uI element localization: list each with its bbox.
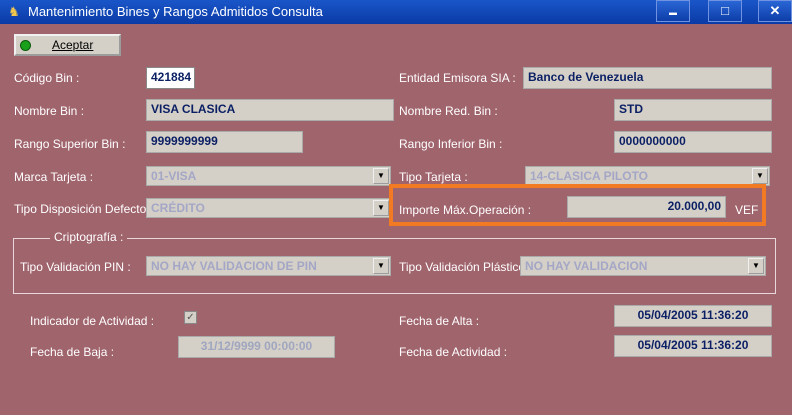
validacion-plastico-label: Tipo Validación Plástico : <box>399 260 532 274</box>
tipo-tarjeta-select[interactable]: 14-CLASICA PILOTO ▼ <box>525 166 770 186</box>
marca-tarjeta-select[interactable]: 01-VISA ▼ <box>146 166 391 186</box>
maximize-icon: □ <box>721 3 729 18</box>
nombre-bin-field[interactable]: VISA CLASICA <box>146 99 394 121</box>
app-icon: ♞ <box>8 4 20 19</box>
codigo-bin-label: Código Bin : <box>14 71 80 85</box>
minimize-button[interactable]: ▬ <box>656 0 690 22</box>
maximize-button[interactable]: □ <box>708 0 742 22</box>
accept-button[interactable]: Aceptar <box>14 34 121 56</box>
fecha-alta-field[interactable]: 05/04/2005 11:36:20 <box>614 305 772 327</box>
tipo-tarjeta-label: Tipo Tarjeta : <box>399 170 468 184</box>
disposicion-label: Tipo Disposición Defecto : <box>14 202 153 216</box>
checkmark-icon: ✓ <box>186 312 195 323</box>
marca-tarjeta-value: 01-VISA <box>151 169 197 183</box>
indicador-actividad-checkbox[interactable]: ✓ <box>184 311 197 324</box>
chevron-down-icon[interactable]: ▼ <box>748 258 764 274</box>
validacion-plastico-value: NO HAY VALIDACION <box>525 259 648 273</box>
rango-superior-label: Rango Superior Bin : <box>14 137 126 151</box>
fecha-baja-label: Fecha de Baja : <box>30 345 115 359</box>
criptografia-title: Criptografía : <box>50 230 128 244</box>
title-bar: ♞ Mantenimiento Bines y Rangos Admitidos… <box>0 0 792 24</box>
chevron-down-icon[interactable]: ▼ <box>373 258 389 274</box>
importe-label: Importe Máx.Operación : <box>399 203 532 217</box>
entidad-emisora-field[interactable]: Banco de Venezuela <box>523 67 772 89</box>
entidad-emisora-label: Entidad Emisora SIA : <box>399 71 516 85</box>
nombre-bin-label: Nombre Bin : <box>14 104 85 118</box>
marca-tarjeta-label: Marca Tarjeta : <box>14 170 94 184</box>
fecha-actividad-field[interactable]: 05/04/2005 11:36:20 <box>614 335 772 357</box>
disposicion-value: CRÉDITO <box>151 201 205 215</box>
nombre-red-label: Nombre Red. Bin : <box>399 104 498 118</box>
chevron-down-icon[interactable]: ▼ <box>752 168 768 184</box>
validacion-pin-value: NO HAY VALIDACION DE PIN <box>151 259 317 273</box>
accept-label: Aceptar <box>52 38 94 52</box>
green-dot-icon <box>20 40 31 51</box>
window-title: Mantenimiento Bines y Rangos Admitidos C… <box>28 4 323 19</box>
rango-inferior-field[interactable]: 0000000000 <box>614 131 772 153</box>
disposicion-select[interactable]: CRÉDITO ▼ <box>146 198 391 218</box>
fecha-actividad-label: Fecha de Actividad : <box>399 345 508 359</box>
importe-field[interactable]: 20.000,00 <box>567 196 726 218</box>
indicador-actividad-label: Indicador de Actividad : <box>30 314 155 328</box>
validacion-plastico-select[interactable]: NO HAY VALIDACION ▼ <box>520 256 766 276</box>
close-button[interactable]: ✕ <box>758 0 792 22</box>
nombre-red-field[interactable]: STD <box>614 99 772 121</box>
validacion-pin-select[interactable]: NO HAY VALIDACION DE PIN ▼ <box>146 256 391 276</box>
close-icon: ✕ <box>769 3 781 18</box>
importe-currency: VEF <box>735 203 759 217</box>
rango-superior-field[interactable]: 9999999999 <box>146 131 303 153</box>
fecha-alta-label: Fecha de Alta : <box>399 314 480 328</box>
minimize-icon: ▬ <box>669 8 677 17</box>
rango-inferior-label: Rango Inferior Bin : <box>399 137 503 151</box>
fecha-baja-field[interactable]: 31/12/9999 00:00:00 <box>178 336 335 358</box>
codigo-bin-field[interactable]: 421884 <box>146 67 195 89</box>
tipo-tarjeta-value: 14-CLASICA PILOTO <box>530 169 649 183</box>
chevron-down-icon[interactable]: ▼ <box>373 200 389 216</box>
chevron-down-icon[interactable]: ▼ <box>373 168 389 184</box>
validacion-pin-label: Tipo Validación PIN : <box>20 260 131 274</box>
